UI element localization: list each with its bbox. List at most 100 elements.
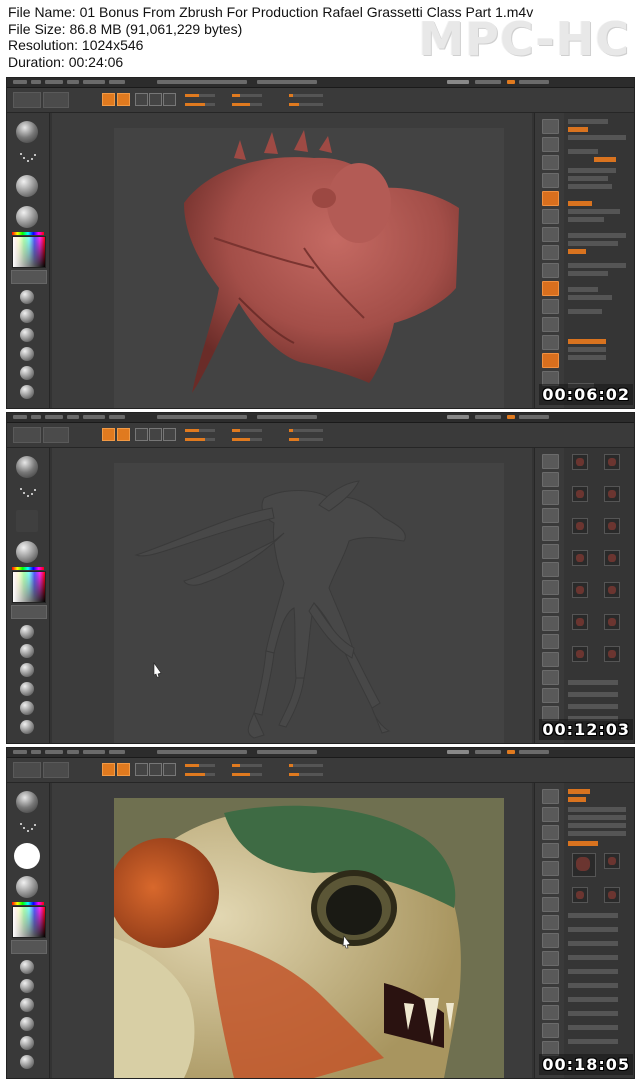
aahalf-button[interactable] [542, 544, 559, 559]
xyz-button[interactable] [542, 616, 559, 631]
switch-color-button[interactable] [11, 270, 47, 284]
subtool-thumb[interactable] [604, 486, 620, 502]
brush-icon[interactable] [16, 456, 38, 478]
brush-pinch-icon[interactable] [20, 366, 34, 380]
stroke-icon[interactable] [19, 821, 37, 835]
edit-icon[interactable] [102, 428, 115, 441]
persp-button[interactable] [542, 897, 559, 912]
alpha-icon[interactable] [14, 843, 40, 869]
focal-shift-slider[interactable] [232, 94, 262, 97]
actual-button[interactable] [542, 526, 559, 541]
spix-button[interactable] [542, 137, 559, 152]
draw-size-slider[interactable] [232, 103, 262, 106]
canvas-viewport[interactable] [52, 783, 532, 1078]
subtool-thumb[interactable] [572, 518, 588, 534]
brush-move-icon[interactable] [20, 663, 34, 677]
projection-master-button[interactable] [13, 762, 41, 778]
move-icon[interactable] [135, 428, 148, 441]
brush-pinch-icon[interactable] [20, 701, 34, 715]
subtool-thumb[interactable] [604, 646, 620, 662]
draw-icon[interactable] [117, 93, 130, 106]
local-button[interactable] [542, 933, 559, 948]
canvas-viewport[interactable] [52, 113, 532, 408]
frame-button[interactable] [542, 299, 559, 314]
persp-button[interactable] [542, 562, 559, 577]
bpr-render-button[interactable] [542, 454, 559, 469]
persp-button[interactable] [542, 227, 559, 242]
rotate-view-button[interactable] [542, 353, 559, 368]
xyz-button[interactable] [542, 281, 559, 296]
rotate-icon[interactable] [163, 93, 176, 106]
brush-inflate-icon[interactable] [20, 1017, 34, 1031]
scroll-button[interactable] [542, 490, 559, 505]
subtool-thumb[interactable] [572, 646, 588, 662]
rotate-icon[interactable] [163, 428, 176, 441]
hue-bar[interactable] [12, 567, 44, 570]
switch-color-button[interactable] [11, 940, 47, 954]
focal-shift-slider[interactable] [232, 764, 262, 767]
brush-clay-icon[interactable] [20, 309, 34, 323]
brush-icon[interactable] [16, 121, 38, 143]
subtool-thumb[interactable] [572, 454, 588, 470]
subtool-thumb[interactable] [604, 454, 620, 470]
zoom-button[interactable] [542, 843, 559, 858]
brush-clay-icon[interactable] [20, 644, 34, 658]
edit-icon[interactable] [102, 93, 115, 106]
material-icon[interactable] [16, 541, 38, 563]
edit-icon[interactable] [102, 763, 115, 776]
floor-button[interactable] [542, 245, 559, 260]
draw-size-slider-2[interactable] [289, 773, 323, 776]
aahalf-button[interactable] [542, 879, 559, 894]
material-icon[interactable] [16, 876, 38, 898]
draw-icon[interactable] [117, 763, 130, 776]
rgb-intensity-slider[interactable] [185, 94, 215, 97]
spix-button[interactable] [542, 472, 559, 487]
rotate-view-button[interactable] [542, 688, 559, 703]
local-button[interactable] [542, 263, 559, 278]
subtool-thumb[interactable] [604, 614, 620, 630]
lightbox-button[interactable] [43, 427, 69, 443]
z-intensity-slider[interactable] [185, 103, 215, 106]
zoom-button[interactable] [542, 508, 559, 523]
subtool-thumb[interactable] [572, 582, 588, 598]
scale-icon[interactable] [149, 93, 162, 106]
frame-button[interactable] [542, 634, 559, 649]
canvas-viewport[interactable] [52, 448, 532, 743]
brush-move-icon[interactable] [20, 998, 34, 1012]
subtool-thumb[interactable] [604, 853, 620, 869]
spix-button[interactable] [542, 807, 559, 822]
switch-color-button[interactable] [11, 605, 47, 619]
floor-button[interactable] [542, 915, 559, 930]
scale-icon[interactable] [149, 428, 162, 441]
brush-clay-icon[interactable] [20, 979, 34, 993]
zoom-button[interactable] [542, 173, 559, 188]
bpr-render-button[interactable] [542, 119, 559, 134]
subtool-thumb[interactable] [572, 614, 588, 630]
rotate-view-button[interactable] [542, 1023, 559, 1038]
scroll-button[interactable] [542, 825, 559, 840]
scale-view-button[interactable] [542, 670, 559, 685]
rgb-intensity-slider[interactable] [185, 429, 215, 432]
stroke-icon[interactable] [19, 486, 37, 500]
move-icon[interactable] [135, 763, 148, 776]
rgb-intensity-slider[interactable] [185, 764, 215, 767]
brush-icon[interactable] [16, 791, 38, 813]
draw-size-slider-2[interactable] [289, 103, 323, 106]
subtool-thumb[interactable] [572, 887, 588, 903]
focal-shift-slider-2[interactable] [289, 764, 323, 767]
projection-master-button[interactable] [13, 427, 41, 443]
brush-standard-icon[interactable] [20, 290, 34, 304]
move-view-button[interactable] [542, 652, 559, 667]
scroll-button[interactable] [542, 155, 559, 170]
focal-shift-slider-2[interactable] [289, 94, 323, 97]
draw-size-slider-2[interactable] [289, 438, 323, 441]
z-intensity-slider[interactable] [185, 438, 215, 441]
z-intensity-slider[interactable] [185, 773, 215, 776]
subtool-thumb[interactable] [604, 550, 620, 566]
subtool-thumb[interactable] [604, 582, 620, 598]
subtool-thumb[interactable] [572, 853, 596, 877]
move-view-button[interactable] [542, 987, 559, 1002]
move-icon[interactable] [135, 93, 148, 106]
scale-view-button[interactable] [542, 1005, 559, 1020]
scale-view-button[interactable] [542, 335, 559, 350]
